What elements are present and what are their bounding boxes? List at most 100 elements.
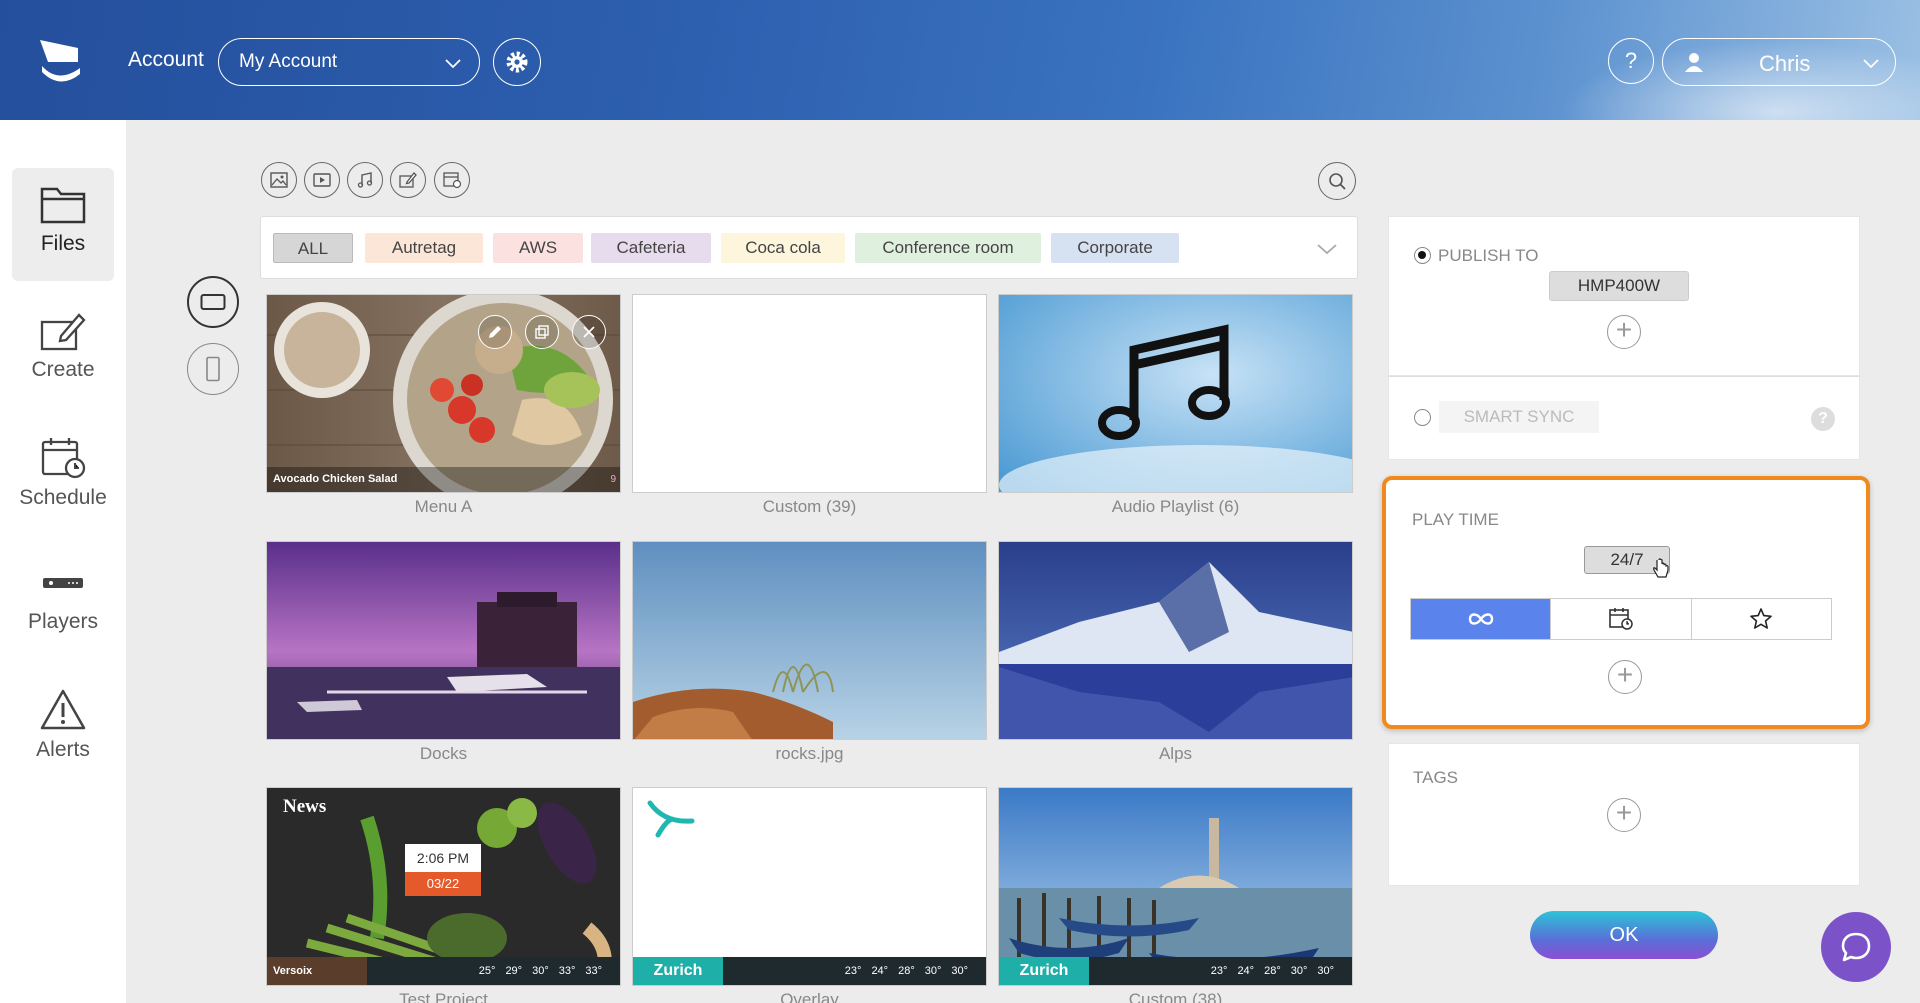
play-time-title: PLAY TIME xyxy=(1412,510,1499,529)
card-label: Docks xyxy=(419,744,468,763)
publish-to-panel: PUBLISH TO HMP400W + xyxy=(1388,216,1860,376)
chevron-down-icon[interactable] xyxy=(1315,237,1339,261)
smart-sync-radio[interactable] xyxy=(1414,409,1431,426)
add-tag-button[interactable]: + xyxy=(1607,798,1641,832)
filter-schedule-button[interactable] xyxy=(434,162,470,198)
smart-sync-panel: SMART SYNC ? xyxy=(1388,376,1860,460)
weather-temp: 30° xyxy=(532,965,549,977)
edit-filter-icon xyxy=(399,172,417,188)
clock-widget: 2:06 PM xyxy=(405,844,481,872)
sidebar-item-players[interactable]: Players xyxy=(12,546,114,659)
weather-city: Versoix xyxy=(267,957,367,985)
sidebar-item-schedule[interactable]: Schedule xyxy=(12,420,114,533)
card-edit-button[interactable] xyxy=(478,315,512,349)
media-card-alps[interactable] xyxy=(998,541,1353,740)
portrait-icon xyxy=(206,356,220,382)
filter-videos-button[interactable] xyxy=(304,162,340,198)
sidebar-item-files[interactable]: Files xyxy=(12,168,114,281)
card-label: Audio Playlist (6) xyxy=(1111,497,1240,516)
audio-playlist-thumbnail xyxy=(999,295,1352,492)
tag-corporate[interactable]: Corporate xyxy=(1051,233,1179,263)
rocks-thumbnail xyxy=(633,542,986,739)
card-inner-caption: Avocado Chicken Salad xyxy=(273,473,398,485)
card-label: Alps xyxy=(1158,744,1193,763)
tag-filter-bar: ALL Autretag AWS Cafeteria Coca cola Con… xyxy=(260,216,1358,279)
user-name: Chris xyxy=(1759,51,1811,76)
weather-temp: 25° xyxy=(478,965,496,977)
media-card-audio-playlist[interactable] xyxy=(998,294,1353,493)
account-label: Account xyxy=(128,48,204,71)
sidebar-item-label: Schedule xyxy=(19,486,107,509)
weather-bar: Zurich 23° 24° 28° 30° 30° xyxy=(633,957,986,985)
weather-temp: 28° xyxy=(898,965,915,977)
docks-thumbnail xyxy=(267,542,620,739)
card-delete-button[interactable] xyxy=(572,315,606,349)
settings-button[interactable] xyxy=(493,38,541,86)
card-label: Test Project xyxy=(399,990,488,1003)
search-button[interactable] xyxy=(1318,162,1356,200)
media-card-test-project[interactable]: News 2:06 PM 03/22 Versoix 25° 29° 30° 3… xyxy=(266,787,621,986)
brand-logo-icon xyxy=(647,800,695,838)
gear-icon xyxy=(506,51,528,73)
media-card-overlay[interactable]: Zurich 23° 24° 28° 30° 30° xyxy=(632,787,987,986)
card-duplicate-button[interactable] xyxy=(525,315,559,349)
card-label: Overlay xyxy=(780,990,839,1003)
weather-temp: 24° xyxy=(871,965,889,977)
add-play-time-button[interactable]: + xyxy=(1608,660,1642,694)
help-button[interactable]: ? xyxy=(1608,38,1654,84)
app-logo-icon[interactable] xyxy=(38,38,82,82)
search-icon xyxy=(1329,173,1346,190)
publish-to-title: PUBLISH TO xyxy=(1438,246,1539,265)
tag-aws[interactable]: AWS xyxy=(493,233,583,263)
media-card-menu-a[interactable]: Avocado Chicken Salad 9 xyxy=(266,294,621,493)
weather-temp: 29° xyxy=(505,965,523,977)
edit-icon xyxy=(40,313,86,351)
publish-to-radio[interactable] xyxy=(1414,247,1431,264)
portrait-orientation-button[interactable] xyxy=(187,343,239,395)
filter-custom-button[interactable] xyxy=(390,162,426,198)
mode-schedule-button[interactable] xyxy=(1551,599,1692,639)
add-player-button[interactable]: + xyxy=(1607,315,1641,349)
weather-city: Zurich xyxy=(999,957,1089,985)
filter-images-button[interactable] xyxy=(261,162,297,198)
tag-cafeteria[interactable]: Cafeteria xyxy=(591,233,711,263)
weather-temp: 30° xyxy=(951,965,968,977)
tag-autretag[interactable]: Autretag xyxy=(365,233,483,263)
landscape-orientation-button[interactable] xyxy=(187,276,239,328)
calendar-clock-icon xyxy=(1609,608,1633,630)
account-select[interactable]: My Account xyxy=(218,38,480,86)
ok-button[interactable]: OK xyxy=(1530,911,1718,959)
media-card-docks[interactable] xyxy=(266,541,621,740)
landscape-icon xyxy=(200,294,226,310)
tag-conference-room[interactable]: Conference room xyxy=(855,233,1041,263)
chevron-down-icon xyxy=(1863,59,1879,69)
card-label: Custom (38) xyxy=(1128,990,1223,1003)
sidebar: Files Create Schedule Players Alerts xyxy=(0,120,126,1003)
media-card-rocks[interactable] xyxy=(632,541,987,740)
mode-always-button[interactable] xyxy=(1411,599,1552,639)
sidebar-item-label: Players xyxy=(27,610,99,633)
weather-temp: 33° xyxy=(585,965,602,977)
chat-button[interactable] xyxy=(1821,912,1891,982)
card-label: Custom (39) xyxy=(762,497,857,516)
sidebar-item-alerts[interactable]: Alerts xyxy=(12,672,114,785)
weather-temp: 24° xyxy=(1237,965,1255,977)
overlay-logo xyxy=(637,792,705,846)
calendar-clock-icon xyxy=(41,438,86,479)
player-icon xyxy=(43,578,83,588)
user-menu-button[interactable]: Chris xyxy=(1662,38,1896,86)
help-icon[interactable]: ? xyxy=(1811,407,1835,431)
tag-coca-cola[interactable]: Coca cola xyxy=(721,233,845,263)
sidebar-item-create[interactable]: Create xyxy=(12,294,114,407)
media-card-custom-38[interactable]: Zurich 23° 24° 28° 30° 30° xyxy=(998,787,1353,986)
media-card-custom-39[interactable] xyxy=(632,294,987,493)
mode-favorite-button[interactable] xyxy=(1692,599,1831,639)
player-chip[interactable]: HMP400W xyxy=(1549,271,1689,301)
hand-cursor-icon xyxy=(1653,558,1669,578)
sidebar-item-label: Files xyxy=(40,232,86,255)
play-time-mode-selector xyxy=(1410,598,1832,640)
weather-temp: 23° xyxy=(1210,965,1228,977)
filter-audio-button[interactable] xyxy=(347,162,383,198)
play-time-panel: PLAY TIME 24/7 + xyxy=(1382,476,1870,729)
tag-all[interactable]: ALL xyxy=(273,233,353,263)
